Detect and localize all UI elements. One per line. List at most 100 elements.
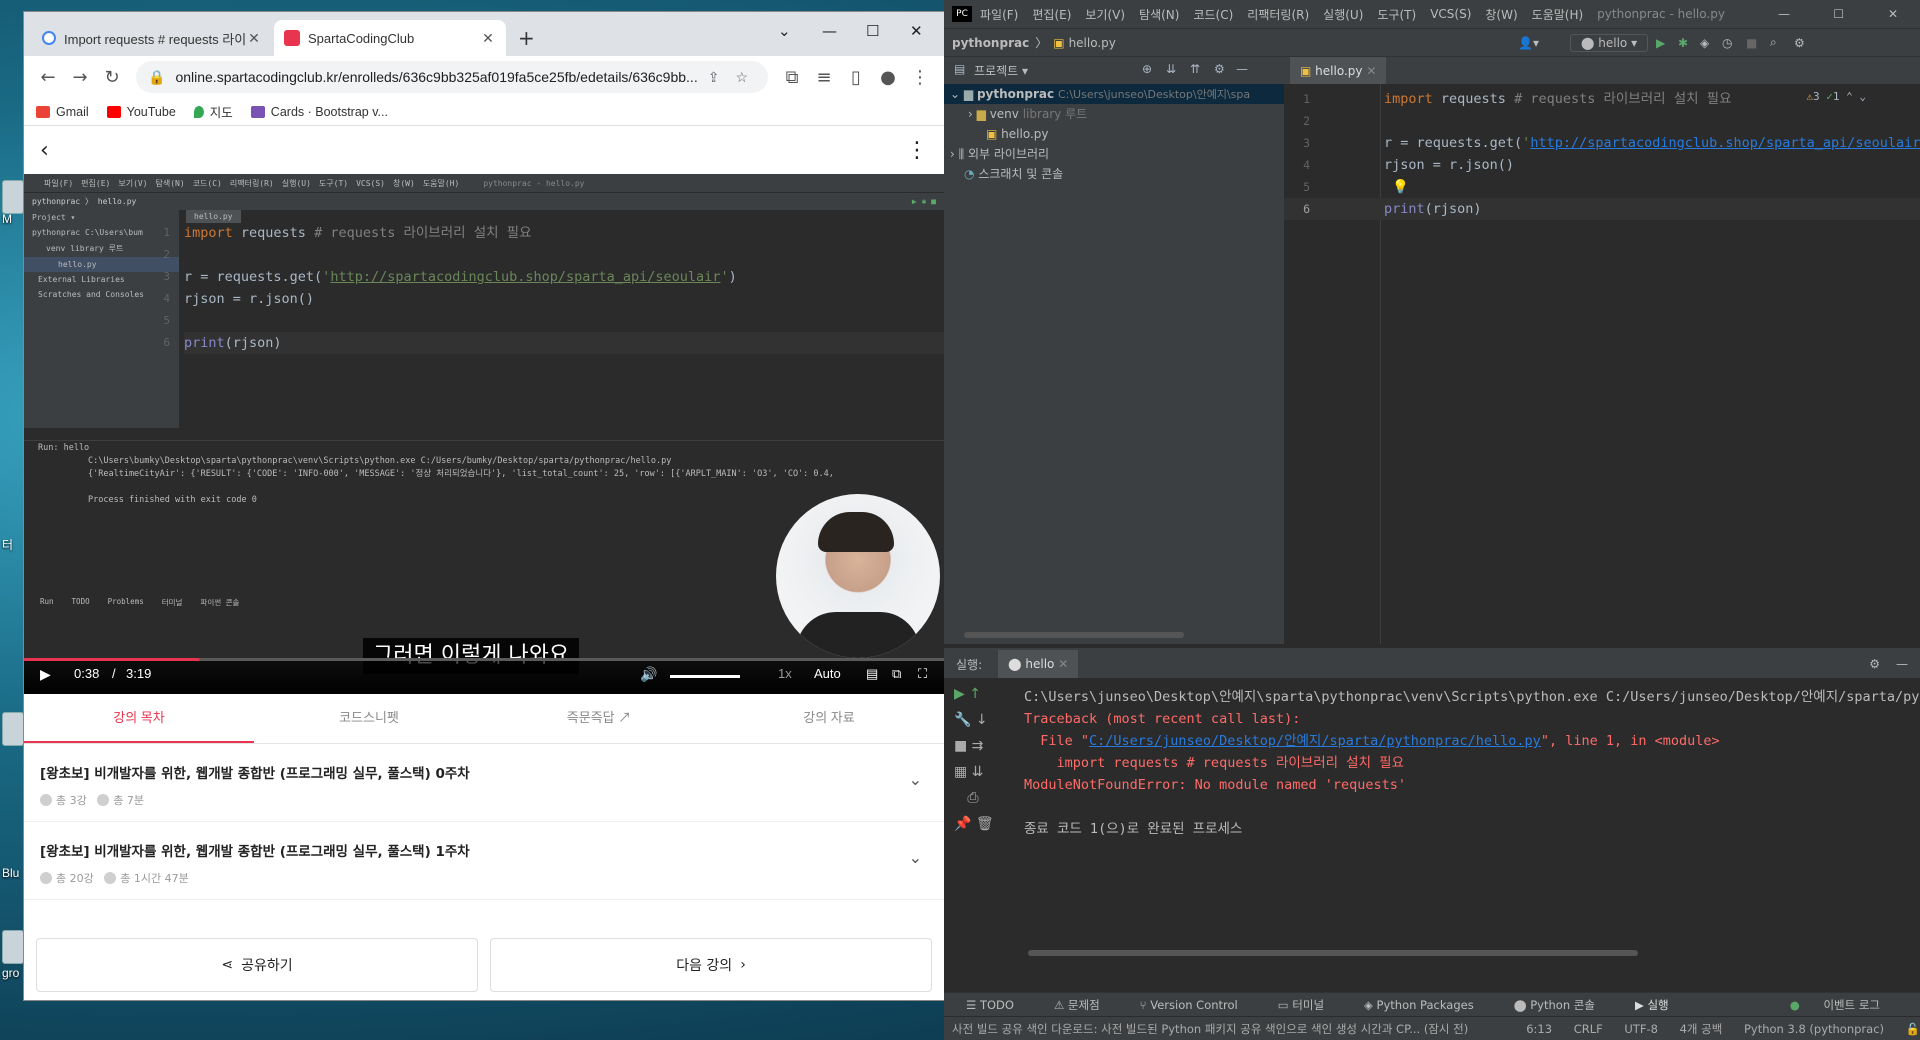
tool-problems[interactable]: ⚠ 문제점	[1054, 997, 1120, 1013]
run-tab-hello[interactable]: ⬤ hello ✕	[998, 650, 1079, 678]
breadcrumb-file[interactable]: hello.py	[1069, 36, 1116, 50]
encoding[interactable]: UTF-8	[1624, 1022, 1658, 1036]
address-bar[interactable]: 🔒 online.spartacodingclub.kr/enrolleds/6…	[136, 61, 768, 93]
pin-icon[interactable]: 📌 🗑	[954, 816, 1010, 842]
menu-file[interactable]: 파일(F)	[980, 6, 1018, 23]
profile-icon[interactable]: ●	[872, 67, 904, 88]
coverage-icon[interactable]: ◈	[1700, 36, 1709, 50]
more-options-icon[interactable]: ⋮	[906, 138, 928, 163]
menu-vcs[interactable]: VCS(S)	[1430, 7, 1471, 21]
menu-icon[interactable]: ⋮	[904, 67, 936, 88]
tab-search-icon[interactable]: ⌄	[778, 22, 791, 40]
video-player[interactable]: 파일(F) 편집(E) 보기(V) 탐색(N) 코드(C) 리팩터링(R) 실행(U) 도구(…	[24, 174, 944, 694]
menu-run[interactable]: 실행(U)	[1323, 6, 1363, 23]
chevron-down-icon[interactable]: ⌄	[909, 770, 922, 789]
video-progress-bar[interactable]	[24, 658, 944, 661]
tree-item-hello-py[interactable]: ▣ hello.py	[944, 124, 1284, 144]
menu-help[interactable]: 도움말(H)	[1532, 6, 1584, 23]
tool-python-console[interactable]: ⬤ Python 콘솔	[1514, 997, 1615, 1013]
menu-window[interactable]: 창(W)	[1485, 6, 1517, 23]
lightbulb-icon[interactable]: 💡	[1392, 176, 1409, 198]
rerun-icon[interactable]: ▶ ↑	[954, 686, 1010, 712]
tool-version-control[interactable]: ⑂ Version Control	[1140, 998, 1258, 1012]
menu-code[interactable]: 코드(C)	[1193, 6, 1233, 23]
chevron-down-icon[interactable]: ⌄	[909, 848, 922, 867]
next-lecture-button[interactable]: 다음 강의 ›	[490, 938, 932, 992]
forward-icon[interactable]: →	[64, 67, 96, 88]
debug-icon[interactable]: ✱	[1678, 36, 1688, 50]
maximize-button[interactable]: ☐	[1833, 7, 1844, 21]
close-tab-icon[interactable]: ✕	[246, 30, 262, 47]
collapse-all-icon[interactable]: ⇈	[1190, 62, 1200, 76]
desktop-shortcut-icon[interactable]	[2, 180, 24, 214]
close-tab-icon[interactable]: ✕	[480, 30, 496, 47]
editor-tab-hello[interactable]: ▣ hello.py ✕	[1290, 57, 1387, 85]
captions-icon[interactable]: ▤	[866, 666, 878, 682]
project-dropdown[interactable]: 프로젝트 ▾	[974, 62, 1028, 79]
bookmark-gmail[interactable]: Gmail	[36, 105, 89, 119]
gear-icon[interactable]: ⚙	[1869, 657, 1880, 671]
tree-item-pythonprac[interactable]: ⌄ ▆ pythonprac C:\Users\junseo\Desktop\안…	[944, 84, 1284, 104]
hide-icon[interactable]: —	[1896, 657, 1908, 671]
menu-tools[interactable]: 도구(T)	[1377, 6, 1416, 23]
menu-edit[interactable]: 편집(E)	[1032, 6, 1071, 23]
gear-icon[interactable]: ⚙	[1794, 36, 1805, 50]
menu-refactor[interactable]: 리팩터링(R)	[1247, 6, 1309, 23]
tab-code-snippet[interactable]: 코드스니펫	[254, 694, 484, 743]
tree-item-scratches[interactable]: ◔ 스크래치 및 콘솔	[944, 164, 1284, 184]
lock-icon[interactable]: 🔓	[1906, 1022, 1920, 1036]
search-icon[interactable]: ⌕	[1770, 35, 1777, 50]
tab-qna[interactable]: 즉문즉답 ↗	[484, 694, 714, 743]
new-tab-button[interactable]: +	[518, 26, 535, 50]
traceback-file-link[interactable]: C:/Users/junseo/Desktop/안예지/sparta/pytho…	[1089, 733, 1541, 749]
run-config-select[interactable]: ⬤ hello ▾	[1570, 33, 1649, 52]
tab-lecture-index[interactable]: 강의 목차	[24, 694, 254, 743]
side-panel-icon[interactable]: ▯	[840, 67, 872, 88]
horizontal-scrollbar[interactable]	[964, 632, 1184, 638]
layout-icon[interactable]: ▦ ⇊	[954, 764, 1010, 790]
run-icon[interactable]: ▶	[1656, 36, 1665, 50]
hide-icon[interactable]: —	[1236, 62, 1248, 76]
week-item[interactable]: [왕초보] 비개발자를 위한, 웹개발 종합반 (프로그래밍 실무, 풀스택) …	[24, 822, 944, 900]
media-icon[interactable]: ≡	[808, 67, 840, 88]
bookmark-bootstrap[interactable]: Cards · Bootstrap v...	[250, 105, 388, 119]
browser-tab-requests[interactable]: Import requests # requests 라이 ✕	[32, 20, 272, 56]
menu-view[interactable]: 보기(V)	[1085, 6, 1125, 23]
close-window-button[interactable]: ✕	[910, 22, 923, 40]
gear-icon[interactable]: ⚙	[1214, 62, 1225, 76]
quality-button[interactable]: Auto	[814, 666, 841, 681]
cursor-position[interactable]: 6:13	[1526, 1022, 1552, 1036]
back-icon[interactable]: ←	[32, 67, 64, 88]
extensions-icon[interactable]: ⧉	[776, 67, 808, 88]
tool-python-packages[interactable]: ◈ Python Packages	[1364, 998, 1494, 1012]
volume-icon[interactable]: 🔊	[640, 666, 657, 683]
week-item[interactable]: [왕초보] 비개발자를 위한, 웹개발 종합반 (프로그래밍 실무, 풀스택) …	[24, 744, 944, 822]
bookmark-maps[interactable]: 지도	[193, 102, 233, 121]
tool-todo[interactable]: ☰ TODO	[966, 998, 1034, 1012]
tool-terminal[interactable]: ▭ 터미널	[1278, 997, 1344, 1013]
tab-materials[interactable]: 강의 자료	[714, 694, 944, 743]
stop-icon[interactable]: ■ ⇉	[954, 738, 1010, 764]
line-separator[interactable]: CRLF	[1574, 1022, 1603, 1036]
event-log[interactable]: ● 이벤트 로그	[1790, 997, 1900, 1013]
reload-icon[interactable]: ↻	[96, 67, 128, 88]
interpreter[interactable]: Python 3.8 (pythonprac)	[1744, 1022, 1884, 1036]
profile-icon[interactable]: ◷	[1722, 36, 1732, 50]
status-message[interactable]: 사전 빌드 공유 색인 다운로드: 사전 빌드된 Python 패키지 공유 색…	[952, 1021, 1508, 1037]
add-user-icon[interactable]: 👤▾	[1518, 36, 1539, 50]
inspection-widget[interactable]: ⚠3 ✓1 ⌃ ⌄	[1806, 90, 1866, 103]
bookmark-youtube[interactable]: YouTube	[106, 105, 176, 119]
code-editor[interactable]: 1 import requests # requests 라이브러리 설치 필요 …	[1284, 84, 1920, 644]
maximize-button[interactable]: ☐	[866, 22, 879, 40]
speed-button[interactable]: 1x	[778, 666, 792, 681]
fullscreen-icon[interactable]: ⛶	[918, 666, 927, 682]
minimize-button[interactable]: —	[822, 22, 837, 40]
expand-all-icon[interactable]: ⇊	[1166, 62, 1176, 76]
tree-item-venv[interactable]: › ▆ venv library 루트	[944, 104, 1284, 124]
stop-icon[interactable]: ■	[1746, 36, 1757, 50]
lock-icon[interactable]: 🔒	[148, 69, 165, 86]
desktop-shortcut-icon[interactable]	[2, 712, 24, 746]
menu-navigate[interactable]: 탐색(N)	[1139, 6, 1179, 23]
locate-icon[interactable]: ⊕	[1142, 62, 1152, 76]
share-icon[interactable]: ⇪	[708, 69, 720, 85]
